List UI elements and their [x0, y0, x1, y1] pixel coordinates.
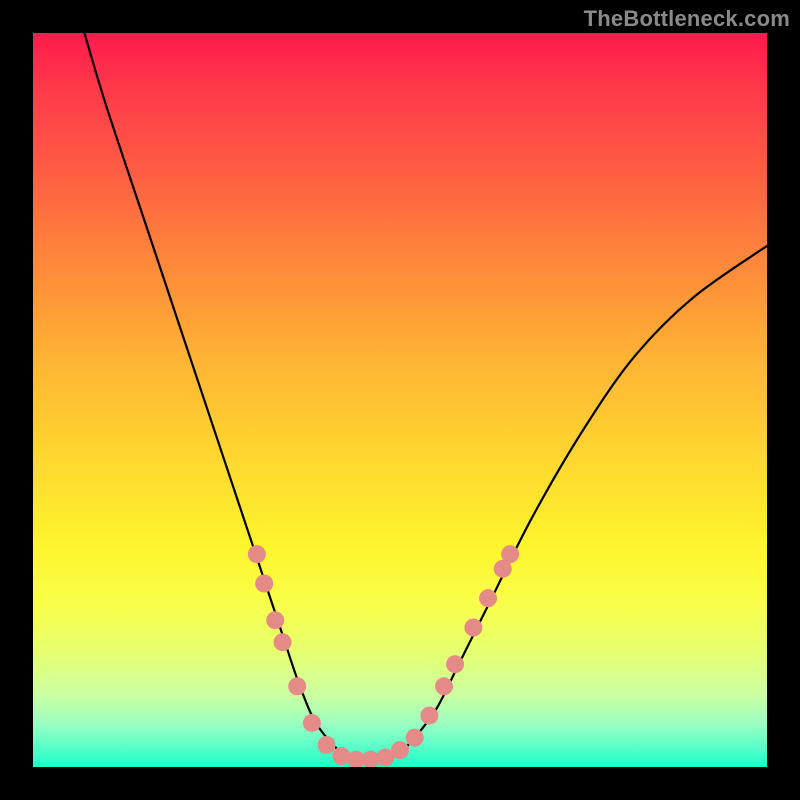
chart-marker [406, 729, 424, 747]
chart-marker [446, 655, 464, 673]
chart-marker [303, 714, 321, 732]
chart-marker [347, 751, 365, 767]
chart-marker [420, 707, 438, 725]
chart-marker [376, 748, 394, 766]
chart-marker [318, 736, 336, 754]
chart-marker [274, 633, 292, 651]
chart-marker [255, 575, 273, 593]
chart-plot-area [33, 33, 767, 767]
chart-marker [464, 619, 482, 637]
chart-marker [332, 747, 350, 765]
chart-marker [266, 611, 284, 629]
chart-marker [248, 545, 266, 563]
chart-marker [288, 677, 306, 695]
watermark-text: TheBottleneck.com [584, 6, 790, 32]
chart-marker [479, 589, 497, 607]
chart-frame: TheBottleneck.com [0, 0, 800, 800]
chart-marker [391, 741, 409, 759]
chart-marker [494, 560, 512, 578]
chart-markers [248, 545, 519, 767]
chart-overlay-svg [33, 33, 767, 767]
chart-marker [501, 545, 519, 563]
bottleneck-curve [84, 33, 767, 760]
chart-marker [435, 677, 453, 695]
chart-marker [362, 751, 380, 767]
